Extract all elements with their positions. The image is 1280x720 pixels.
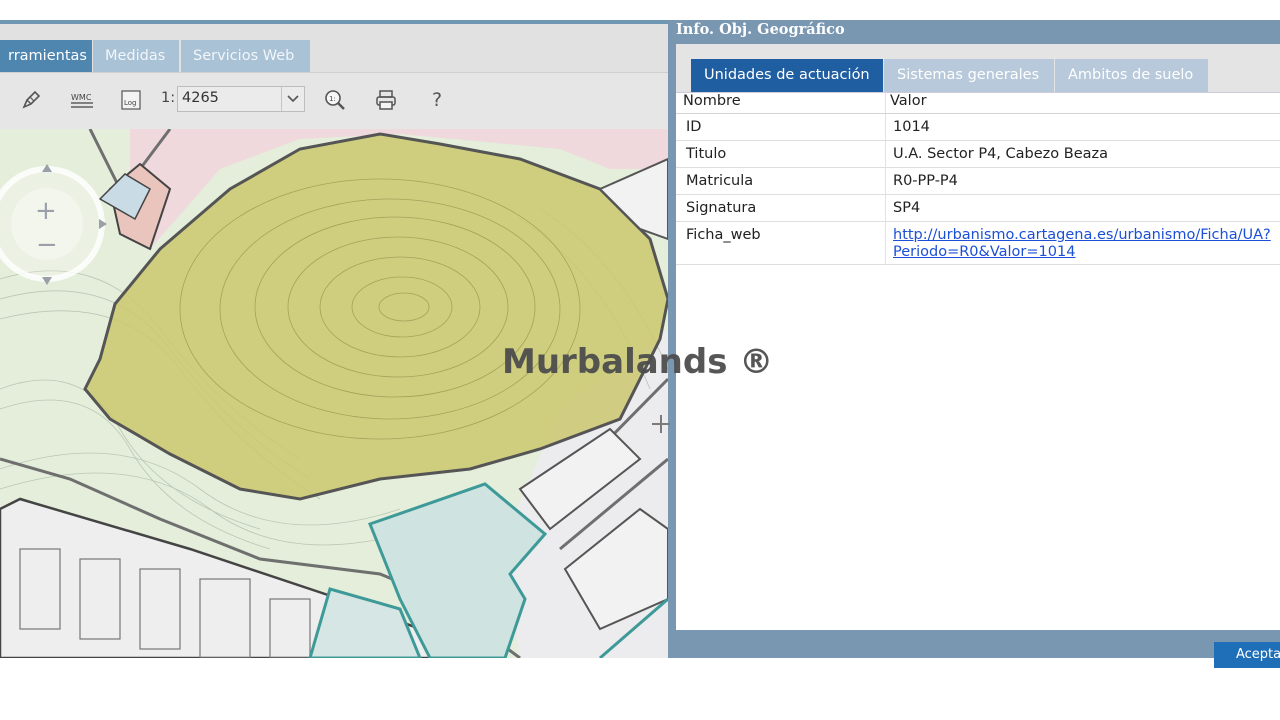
app-tab-bar: rramientas Medidas Servicios Web (0, 24, 668, 73)
info-dialog: Info. Obj. Geográfico Unidades de actuac… (668, 20, 1280, 668)
table-row: Matricula R0-PP-P4 (676, 168, 1280, 195)
map-drawing: + − (0, 129, 668, 658)
log-icon[interactable]: Log (118, 87, 144, 113)
attribute-table: Nombre Valor ID 1014 Titulo U.A. Sector … (676, 92, 1280, 265)
column-divider (885, 222, 886, 264)
tab-unidades-de-actuacion[interactable]: Unidades de actuación (691, 59, 883, 92)
row-value: R0-PP-P4 (893, 173, 958, 189)
header-nombre: Nombre (683, 93, 741, 109)
dialog-tab-bar: Unidades de actuación Sistemas generales… (676, 44, 1280, 93)
svg-text:−: − (36, 230, 58, 260)
table-row: Signatura SP4 (676, 195, 1280, 222)
link-line-2[interactable]: Periodo=R0&Valor=1014 (893, 244, 1271, 261)
tab-servicios-web[interactable]: Servicios Web (181, 40, 310, 72)
wmc-icon[interactable]: WMC (68, 87, 96, 113)
row-value: SP4 (893, 200, 921, 216)
tab-herramientas[interactable]: rramientas (0, 40, 92, 72)
ficha-web-link[interactable]: http://urbanismo.cartagena.es/urbanismo/… (893, 227, 1271, 261)
row-name: Matricula (686, 173, 754, 189)
chevron-down-icon[interactable] (281, 87, 304, 111)
move-cursor-icon (651, 414, 671, 439)
watermark: Murbalands ® (502, 342, 774, 382)
column-divider (885, 92, 886, 113)
help-icon[interactable]: ? (424, 87, 450, 113)
tab-sistemas-generales[interactable]: Sistemas generales (884, 59, 1054, 92)
column-divider (885, 168, 886, 194)
tab-medidas[interactable]: Medidas (93, 40, 179, 72)
svg-text:WMC: WMC (71, 93, 92, 102)
svg-text:Log: Log (124, 99, 137, 107)
print-icon[interactable] (373, 87, 399, 113)
svg-text:1:: 1: (329, 95, 336, 103)
map-toolbar: WMC Log 1: 4265 1: ? (0, 73, 668, 129)
column-divider (885, 195, 886, 221)
table-row: Ficha_web http://urbanismo.cartagena.es/… (676, 222, 1280, 265)
dialog-title: Info. Obj. Geográfico (676, 21, 845, 38)
map-canvas[interactable]: + − (0, 129, 668, 658)
scale-value: 4265 (182, 90, 219, 106)
zoom-scale-icon[interactable]: 1: (322, 87, 348, 113)
table-row: Titulo U.A. Sector P4, Cabezo Beaza (676, 141, 1280, 168)
svg-text:+: + (35, 196, 57, 226)
row-name: ID (686, 119, 702, 135)
row-name: Titulo (686, 146, 727, 162)
row-value: U.A. Sector P4, Cabezo Beaza (893, 146, 1108, 162)
row-value: 1014 (893, 119, 930, 135)
header-valor: Valor (890, 93, 927, 109)
row-name: Signatura (686, 200, 757, 216)
dialog-body: Unidades de actuación Sistemas generales… (676, 44, 1280, 630)
tab-ambitos-de-suelo[interactable]: Ambitos de suelo (1055, 59, 1208, 92)
row-name: Ficha_web (686, 227, 761, 243)
column-divider (885, 141, 886, 167)
accept-button[interactable]: Acepta (1214, 642, 1280, 668)
pen-icon[interactable] (18, 87, 44, 113)
column-divider (885, 114, 886, 140)
link-line-1[interactable]: http://urbanismo.cartagena.es/urbanismo/… (893, 227, 1271, 244)
scale-prefix: 1: (161, 90, 176, 106)
table-row: ID 1014 (676, 114, 1280, 141)
table-header: Nombre Valor (676, 92, 1280, 114)
scale-select[interactable]: 4265 (177, 86, 305, 112)
